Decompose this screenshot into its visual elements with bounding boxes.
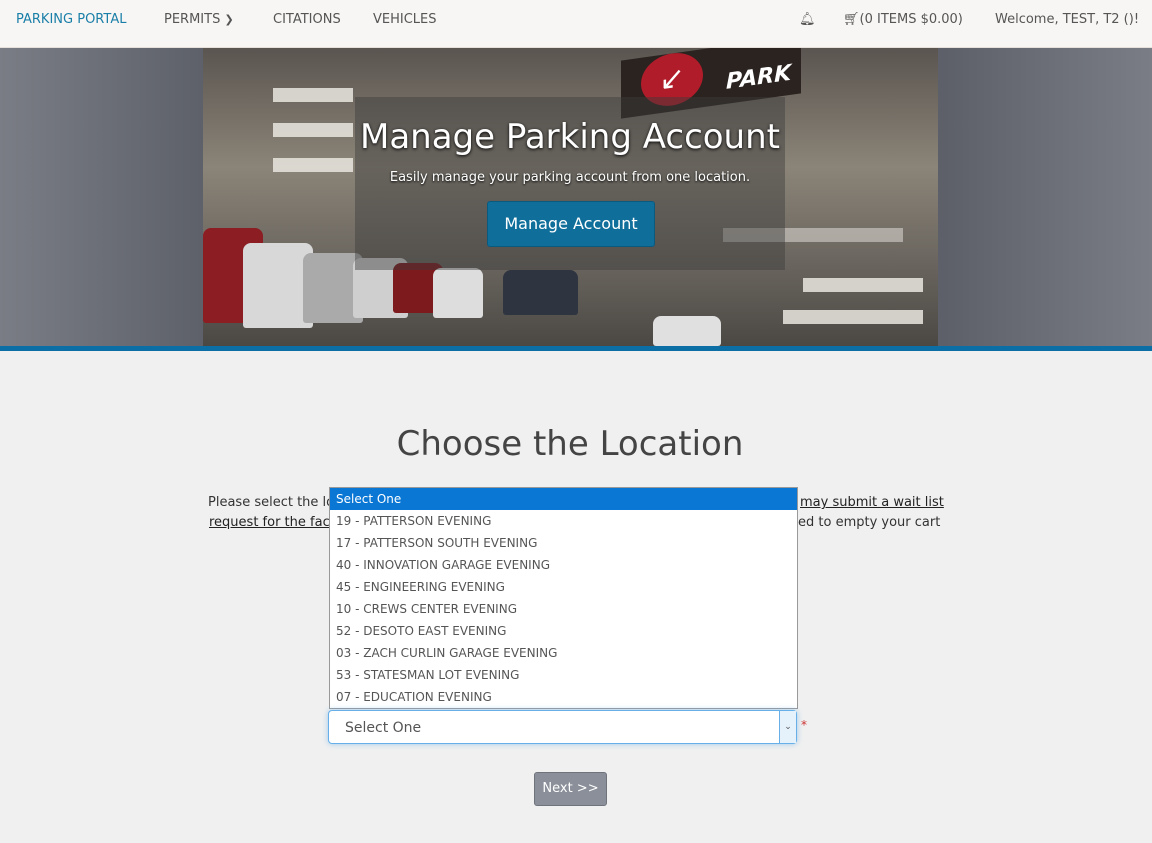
cart-icon: 🛒︎	[843, 12, 860, 27]
dropdown-option[interactable]: 40 - INNOVATION GARAGE EVENING	[330, 554, 797, 576]
location-select[interactable]: Select One ⌄	[328, 710, 797, 744]
nav-permits-label: PERMITS	[164, 12, 221, 27]
cart-link[interactable]: 🛒︎(0 ITEMS $0.00)	[843, 12, 963, 28]
hero-banner: PARK ↙ Manage Parking Account Easily mana…	[0, 48, 1152, 346]
instructions-fragment: ed to empty your cart	[798, 515, 941, 530]
chevron-down-icon: ❯	[224, 13, 234, 26]
wait-list-link[interactable]: may submit a wait list	[800, 495, 944, 511]
cart-summary: (0 ITEMS $0.00)	[859, 12, 963, 27]
dropdown-option[interactable]: 19 - PATTERSON EVENING	[330, 510, 797, 532]
dropdown-option[interactable]: 03 - ZACH CURLIN GARAGE EVENING	[330, 642, 797, 664]
dropdown-option[interactable]: Select One	[330, 488, 797, 510]
location-select-value: Select One	[345, 720, 422, 736]
top-nav: PARKING PORTAL PERMITS ❯ CITATIONS VEHIC…	[0, 0, 1152, 48]
dropdown-option[interactable]: 07 - EDUCATION EVENING	[330, 686, 797, 708]
bell-icon[interactable]: 🔔︎	[799, 12, 816, 28]
hero-subtitle: Easily manage your parking account from …	[389, 170, 751, 185]
next-button[interactable]: Next >>	[534, 772, 607, 806]
dropdown-option[interactable]: 45 - ENGINEERING EVENING	[330, 576, 797, 598]
wait-list-link-cont[interactable]: request for the faci	[209, 515, 333, 531]
dropdown-option[interactable]: 17 - PATTERSON SOUTH EVENING	[330, 532, 797, 554]
dropdown-option[interactable]: 52 - DESOTO EAST EVENING	[330, 620, 797, 642]
hero-overlay: Manage Parking Account Easily manage you…	[355, 97, 785, 270]
nav-brand-link[interactable]: PARKING PORTAL	[16, 12, 126, 28]
hero-title: Manage Parking Account	[359, 117, 780, 157]
chevron-down-icon[interactable]: ⌄	[779, 711, 796, 743]
nav-vehicles-link[interactable]: VEHICLES	[373, 12, 437, 28]
dropdown-option[interactable]: 53 - STATESMAN LOT EVENING	[330, 664, 797, 686]
parking-garage-photo: PARK ↙ Manage Parking Account Easily mana…	[203, 48, 938, 346]
manage-account-button[interactable]: Manage Account	[487, 201, 655, 247]
required-marker: *	[801, 718, 807, 732]
welcome-user[interactable]: Welcome, TEST, T2 ()!	[995, 12, 1139, 28]
page-title: Choose the Location	[396, 424, 744, 464]
dropdown-option[interactable]: 10 - CREWS CENTER EVENING	[330, 598, 797, 620]
nav-citations-link[interactable]: CITATIONS	[273, 12, 341, 28]
location-dropdown-list[interactable]: Select One 19 - PATTERSON EVENING 17 - P…	[329, 487, 798, 709]
instructions-fragment: Please select the lo	[208, 495, 335, 510]
accent-divider	[0, 346, 1152, 351]
nav-permits-menu[interactable]: PERMITS ❯	[164, 12, 234, 28]
